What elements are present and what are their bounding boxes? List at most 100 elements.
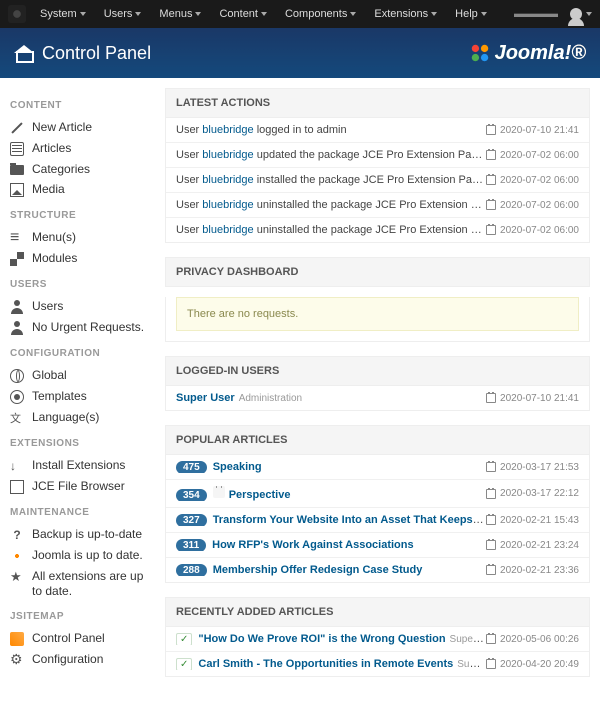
sidebar-item[interactable]: Configuration <box>10 649 145 670</box>
pencil-icon <box>10 121 24 135</box>
sidebar-heading: STRUCTURE <box>10 210 145 221</box>
panel-heading: LATEST ACTIONS <box>165 88 590 118</box>
sidebar-item-label: Menu(s) <box>32 230 76 244</box>
bars-icon <box>10 231 24 245</box>
panel-heading: PRIVACY DASHBOARD <box>165 257 590 287</box>
calendar-icon <box>486 565 496 575</box>
calendar-icon <box>486 540 496 550</box>
sidebar-item[interactable]: Global <box>10 365 145 386</box>
sidebar-item[interactable]: Install Extensions <box>10 455 145 476</box>
article-link[interactable]: Carl Smith - The Opportunities in Remote… <box>198 658 453 670</box>
joomla-logo: Joomla!® <box>469 42 586 65</box>
topnav-menu: SystemUsersMenusContentComponentsExtensi… <box>32 4 514 24</box>
sidebar-item-label: Control Panel <box>32 631 105 645</box>
sidebar-item[interactable]: Templates <box>10 386 145 407</box>
sidebar-item[interactable]: Articles <box>10 138 145 159</box>
popular-panel: POPULAR ARTICLES 475Speaking2020-03-17 2… <box>165 425 590 583</box>
article-row: ✓ Carl Smith - The Opportunities in Remot… <box>166 652 589 676</box>
article-link[interactable]: "How Do We Prove ROI" is the Wrong Quest… <box>198 633 445 645</box>
sidebar-item[interactable]: Categories <box>10 159 145 179</box>
recent-panel: RECENTLY ADDED ARTICLES ✓ "How Do We Prov… <box>165 597 590 677</box>
latest-actions-panel: LATEST ACTIONS User bluebridge logged in… <box>165 88 590 243</box>
article-row: 475Speaking2020-03-17 21:53 <box>166 455 589 480</box>
article-row: 327 Transform Your Website Into an Asset … <box>166 508 589 533</box>
article-link[interactable]: Speaking <box>213 461 262 473</box>
sidebar-item[interactable]: Language(s) <box>10 407 145 428</box>
chevron-down-icon <box>481 12 487 16</box>
home-icon <box>14 45 32 61</box>
sidebar-item-label: Configuration <box>32 652 103 666</box>
hit-count: 354 <box>176 489 207 501</box>
sidebar-item[interactable]: JCE File Browser <box>10 476 145 497</box>
grid-icon <box>10 252 24 266</box>
sidebar-item-label: JCE File Browser <box>32 479 125 493</box>
article-link[interactable]: How RFP's Work Against Associations <box>212 539 413 551</box>
article-row: ✓ "How Do We Prove ROI" is the Wrong Ques… <box>166 627 589 652</box>
user-link[interactable]: bluebridge <box>202 174 253 186</box>
article-link[interactable]: Membership Offer Redesign Case Study <box>213 564 423 576</box>
sidebar-item[interactable]: Control Panel <box>10 628 145 649</box>
calendar-icon <box>486 150 496 160</box>
sidebar-item-label: Global <box>32 368 67 382</box>
calendar-icon <box>486 489 496 499</box>
sidebar-item[interactable]: Media <box>10 179 145 200</box>
chevron-down-icon <box>350 12 356 16</box>
menu-components[interactable]: Components <box>277 4 364 24</box>
check-icon: ✓ <box>176 658 192 670</box>
action-row: User bluebridge updated the package JCE … <box>166 143 589 168</box>
user-link[interactable]: bluebridge <box>202 224 253 236</box>
sidebar-item[interactable]: Joomla is up to date. <box>10 545 145 566</box>
menu-help[interactable]: Help <box>447 4 495 24</box>
privacy-panel: PRIVACY DASHBOARD There are no requests. <box>165 257 590 342</box>
sidebar-heading: CONFIGURATION <box>10 348 145 359</box>
sidebar-item-label: Language(s) <box>32 410 99 424</box>
chevron-down-icon <box>586 12 592 16</box>
chevron-down-icon <box>261 12 267 16</box>
user-link[interactable]: bluebridge <box>202 124 253 136</box>
timestamp: 2020-02-21 15:43 <box>486 515 579 526</box>
timestamp: 2020-07-02 06:00 <box>486 150 579 161</box>
timestamp: 2020-03-17 22:12 <box>486 488 579 499</box>
sidebar-item[interactable]: Users <box>10 296 145 317</box>
menu-extensions[interactable]: Extensions <box>366 4 445 24</box>
check-icon: ✓ <box>176 633 192 645</box>
menu-users[interactable]: Users <box>96 4 150 24</box>
user-link[interactable]: bluebridge <box>202 149 253 161</box>
panel-heading: RECENTLY ADDED ARTICLES <box>165 597 590 627</box>
site-name[interactable]: ▬▬▬▬ <box>514 8 558 20</box>
sidebar-item-label: Articles <box>32 141 71 155</box>
sidebar-item-label: Users <box>32 299 63 313</box>
main-content: LATEST ACTIONS User bluebridge logged in… <box>155 78 600 701</box>
sidebar-item[interactable]: New Article <box>10 117 145 138</box>
calendar-icon <box>486 200 496 210</box>
user-menu[interactable] <box>570 8 592 20</box>
logged-in-row: Super UserAdministration2020-07-10 21:41 <box>166 386 589 410</box>
joomla-icon <box>8 5 26 23</box>
page-title: Control Panel <box>42 43 151 64</box>
user-link[interactable]: Super User <box>176 392 235 404</box>
sidebar-item-label: Install Extensions <box>32 458 125 472</box>
sidebar-item[interactable]: No Urgent Requests. <box>10 317 145 338</box>
article-link[interactable]: Transform Your Website Into an Asset Tha… <box>213 514 486 526</box>
user-link[interactable]: bluebridge <box>202 199 253 211</box>
menu-system[interactable]: System <box>32 4 94 24</box>
panel-heading: POPULAR ARTICLES <box>165 425 590 455</box>
sidebar-item[interactable]: All extensions are up to date. <box>10 566 145 601</box>
sidebar-item[interactable]: Backup is up-to-date <box>10 524 145 545</box>
timestamp: 2020-07-02 06:00 <box>486 200 579 211</box>
hit-count: 327 <box>176 514 207 526</box>
article-link[interactable]: Perspective <box>229 489 291 501</box>
browse-icon <box>10 480 24 494</box>
sidebar: CONTENT New Article Articles CategoriesMedi… <box>0 78 155 701</box>
sidebar-item[interactable]: Menu(s) <box>10 227 145 248</box>
action-row: User bluebridge uninstalled the package … <box>166 193 589 218</box>
calendar-icon <box>486 393 496 403</box>
sidebar-heading: CONTENT <box>10 100 145 111</box>
action-row: User bluebridge installed the package JC… <box>166 168 589 193</box>
menu-content[interactable]: Content <box>211 4 275 24</box>
menu-menus[interactable]: Menus <box>151 4 209 24</box>
down-icon <box>10 459 24 473</box>
user-icon <box>570 8 582 20</box>
img-icon <box>10 183 24 197</box>
sidebar-item[interactable]: Modules <box>10 248 145 269</box>
